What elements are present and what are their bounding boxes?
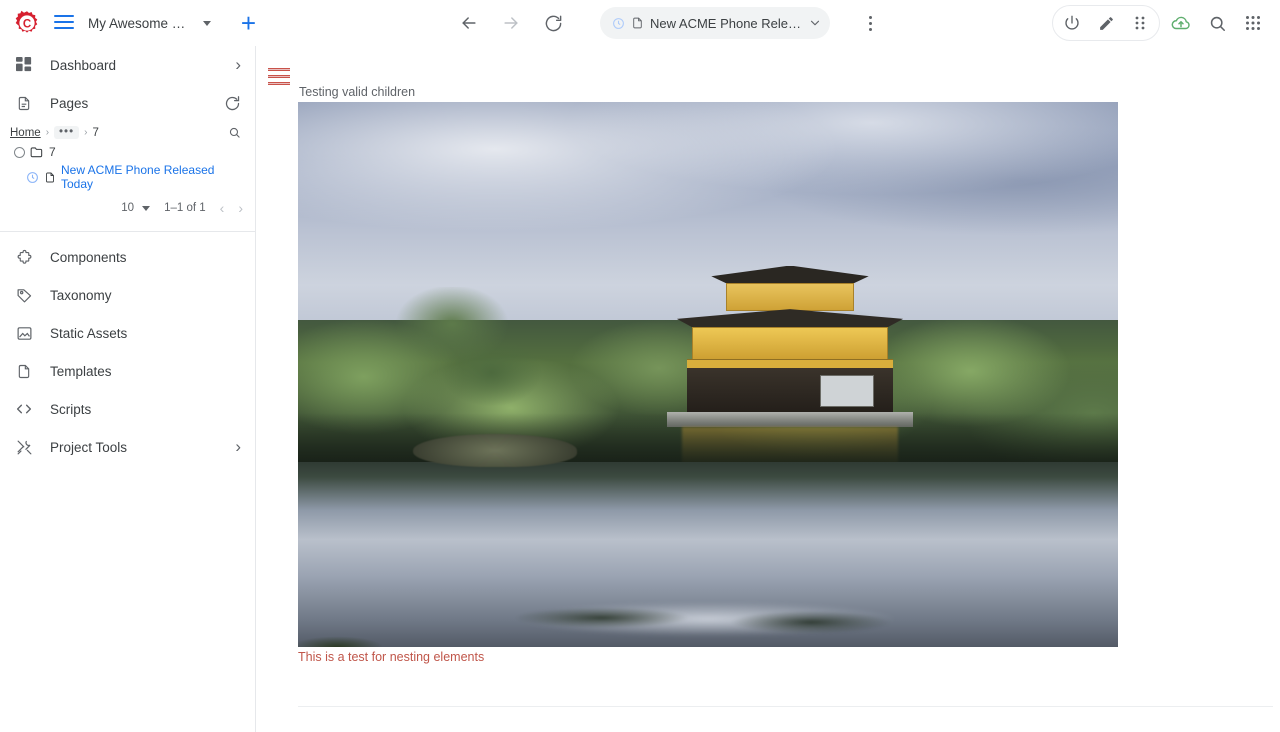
tree-search-icon[interactable]	[228, 126, 241, 139]
sidebar-item-templates[interactable]: Templates	[0, 352, 255, 390]
radio-icon[interactable]	[14, 146, 25, 158]
content-title: Testing valid children	[299, 85, 416, 99]
left-sidebar: Dashboard › Pages Home › ••• › 7 7 New A…	[0, 46, 256, 732]
page-icon	[14, 93, 34, 113]
sidebar-item-label: Scripts	[50, 401, 92, 417]
dashboard-icon	[14, 55, 34, 75]
sidebar-item-dashboard[interactable]: Dashboard ›	[0, 46, 255, 84]
drag-dots-icon[interactable]	[1125, 8, 1155, 38]
project-name-label[interactable]: My Awesome E...	[88, 16, 187, 31]
sidebar-item-scripts[interactable]: Scripts	[0, 390, 255, 428]
puzzle-icon	[14, 247, 34, 267]
sidebar-item-label: Dashboard	[50, 57, 117, 73]
address-bar-title: New ACME Phone Released ...	[650, 15, 802, 31]
sidebar-item-components[interactable]: Components	[0, 238, 255, 276]
content-area: Testing valid children This is a test fo…	[257, 46, 1280, 732]
cloud-upload-icon[interactable]	[1166, 8, 1196, 38]
tree-item-page[interactable]: New ACME Phone Released Today	[0, 161, 255, 193]
clock-status-icon	[26, 171, 39, 184]
sidebar-item-pages[interactable]: Pages	[0, 84, 255, 122]
page-size-value: 10	[121, 202, 135, 214]
pagination-prev-button[interactable]: ‹	[220, 201, 225, 215]
code-icon	[14, 399, 34, 419]
chevron-right-icon[interactable]: ›	[235, 437, 241, 457]
svg-text:C: C	[23, 19, 31, 31]
edit-pencil-icon[interactable]	[1091, 8, 1121, 38]
sidebar-item-label: Static Assets	[50, 325, 128, 341]
temple-shoji-panel	[819, 374, 874, 408]
chevron-down-icon	[142, 205, 151, 211]
chevron-right-icon[interactable]: ›	[235, 55, 241, 75]
sidebar-divider	[0, 231, 255, 232]
sidebar-item-label: Project Tools	[50, 439, 128, 455]
pagination-range: 1–1 of 1	[164, 202, 206, 214]
tree-item-label: New ACME Phone Released Today	[61, 163, 215, 191]
search-icon[interactable]	[1202, 8, 1232, 38]
crafter-logo-icon[interactable]: C	[14, 10, 40, 36]
sidebar-toggle-icon[interactable]	[54, 15, 74, 31]
page-status-icon	[612, 17, 625, 30]
sidebar-item-taxonomy[interactable]: Taxonomy	[0, 276, 255, 314]
power-icon[interactable]	[1057, 8, 1087, 38]
tree-pagination: 10 1–1 of 1 ‹ ›	[0, 193, 255, 225]
sidebar-item-static-assets[interactable]: Static Assets	[0, 314, 255, 352]
tree-item-label: 7	[49, 145, 56, 159]
foreground-grass	[298, 630, 430, 647]
breadcrumb-ellipsis[interactable]: •••	[54, 126, 80, 139]
sidebar-item-project-tools[interactable]: Project Tools ›	[0, 428, 255, 466]
sidebar-item-label: Pages	[50, 95, 89, 111]
page-file-icon	[631, 16, 644, 30]
breadcrumb-current[interactable]: 7	[92, 127, 98, 139]
file-icon	[14, 361, 34, 381]
app-brand-area: C My Awesome E... +	[0, 10, 256, 36]
image-caption: This is a test for nesting elements	[298, 650, 485, 664]
folder-icon	[30, 146, 44, 158]
refresh-icon[interactable]	[224, 95, 241, 112]
pagination-next-button[interactable]: ›	[238, 201, 243, 215]
browser-more-menu-icon[interactable]	[858, 8, 882, 38]
chevron-down-icon[interactable]	[808, 16, 822, 30]
reload-icon[interactable]	[538, 8, 568, 38]
apps-grid-icon[interactable]	[1238, 8, 1268, 38]
breadcrumb-separator: ›	[84, 127, 88, 138]
content-divider	[298, 706, 1273, 707]
image-icon	[14, 323, 34, 343]
app-toolbar-right	[1052, 0, 1268, 46]
content-image	[298, 102, 1118, 647]
temple-second-floor	[691, 326, 889, 364]
rock-island	[412, 434, 577, 468]
sidebar-item-label: Taxonomy	[50, 287, 112, 303]
tree-item-folder[interactable]: 7	[0, 143, 255, 161]
temple-balcony	[686, 359, 894, 368]
breadcrumb-separator: ›	[45, 127, 50, 138]
tools-icon	[14, 437, 34, 457]
project-dropdown-caret-icon[interactable]	[202, 20, 211, 26]
breadcrumb: Home › ••• › 7	[0, 122, 255, 143]
page-file-icon	[44, 171, 56, 184]
sidebar-item-label: Components	[50, 249, 127, 265]
tag-icon	[14, 285, 34, 305]
pond-layer	[298, 461, 1118, 647]
component-menu-icon[interactable]	[268, 68, 290, 85]
browser-navigation-controls: New ACME Phone Released ...	[454, 7, 882, 39]
forward-icon[interactable]	[496, 8, 526, 38]
edit-toolbar-group	[1052, 5, 1160, 41]
temple-third-floor	[726, 282, 854, 312]
browser-top-bar: C My Awesome E... + New ACME Phone Relea	[0, 0, 1280, 46]
breadcrumb-home[interactable]: Home	[10, 127, 41, 139]
page-size-select[interactable]: 10	[121, 202, 151, 214]
sidebar-item-label: Templates	[50, 363, 112, 379]
address-bar[interactable]: New ACME Phone Released ...	[600, 7, 830, 39]
golden-pavilion-photo	[298, 102, 1118, 647]
tree-reflection	[478, 602, 954, 640]
add-new-button[interactable]: +	[241, 10, 256, 36]
back-icon[interactable]	[454, 8, 484, 38]
